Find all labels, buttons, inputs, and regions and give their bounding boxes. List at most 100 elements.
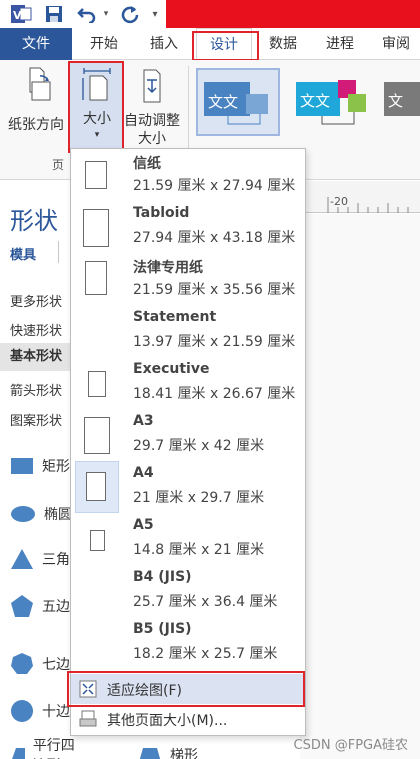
shape-ellipse[interactable]: 椭圆 bbox=[10, 500, 72, 528]
size-option-executive[interactable]: Executive 18.41 厘米 x 26.67 厘米 bbox=[71, 357, 305, 409]
size-option-name: 信纸 bbox=[133, 156, 161, 172]
orientation-icon bbox=[4, 66, 68, 108]
rectangle-icon bbox=[11, 458, 33, 474]
theme-preview-icon: 文 bbox=[384, 82, 420, 116]
size-option-name: B5 (JIS) bbox=[133, 621, 192, 637]
size-option-a4[interactable]: A4 21 厘米 x 29.7 厘米 bbox=[71, 461, 305, 513]
size-option-tabloid[interactable]: Tabloid 27.94 厘米 x 43.18 厘米 bbox=[71, 201, 305, 253]
page-preview-icon bbox=[83, 209, 109, 247]
undo-dropdown-icon[interactable]: ▾ bbox=[100, 3, 112, 25]
theme-option-1[interactable]: 文文 bbox=[196, 68, 280, 136]
parallelogram-icon bbox=[12, 748, 25, 759]
ruler-ticks bbox=[327, 197, 409, 213]
size-option-dims: 13.97 厘米 x 21.59 厘米 bbox=[133, 334, 296, 350]
ellipse-icon bbox=[11, 506, 35, 522]
save-icon[interactable] bbox=[42, 3, 66, 25]
visio-icon[interactable]: V bbox=[8, 3, 34, 25]
size-option-legal[interactable]: 法律专用纸 21.59 厘米 x 35.56 厘米 bbox=[71, 253, 305, 305]
size-option-name: A3 bbox=[133, 413, 154, 429]
size-option-dims: 21.59 厘米 x 27.94 厘米 bbox=[133, 178, 296, 194]
size-option-dims: 27.94 厘米 x 43.18 厘米 bbox=[133, 230, 296, 246]
shape-trapezoid[interactable]: 梯形 bbox=[138, 741, 198, 759]
page-preview-icon bbox=[88, 371, 106, 397]
shape-rectangle[interactable]: 矩形 bbox=[10, 452, 70, 480]
size-option-a3[interactable]: A3 29.7 厘米 x 42 厘米 bbox=[71, 409, 305, 461]
size-option-name: B4 (JIS) bbox=[133, 569, 192, 585]
size-option-dims: 21.59 厘米 x 35.56 厘米 bbox=[133, 282, 296, 298]
size-option-name: Statement bbox=[133, 309, 217, 325]
shape-label: 七边 bbox=[42, 657, 70, 673]
page-preview-icon bbox=[86, 472, 106, 501]
decagon-icon bbox=[11, 700, 33, 722]
tab-data[interactable]: 数据 bbox=[258, 28, 308, 60]
theme-option-3[interactable]: 文 bbox=[384, 68, 420, 136]
stencil-basic-shapes[interactable]: 基本形状 bbox=[0, 343, 76, 371]
size-option-dims: 14.8 厘米 x 21 厘米 bbox=[133, 542, 265, 558]
shape-label: 五边 bbox=[42, 599, 70, 615]
stencil-arrow-shapes[interactable]: 箭头形状 bbox=[10, 380, 62, 399]
page-preview-icon bbox=[85, 261, 107, 295]
svg-text:文文: 文文 bbox=[300, 92, 330, 110]
size-option-b5-jis[interactable]: B5 (JIS) 18.2 厘米 x 25.7 厘米 bbox=[71, 617, 305, 669]
tab-home[interactable]: 开始 bbox=[78, 28, 130, 60]
orientation-button[interactable]: 纸张方向 bbox=[4, 66, 68, 134]
size-option-b4-jis[interactable]: B4 (JIS) 25.7 厘米 x 36.4 厘米 bbox=[71, 565, 305, 617]
shapes-panel-title: 形状 bbox=[10, 207, 58, 235]
size-option-dims: 21 厘米 x 29.7 厘米 bbox=[133, 490, 265, 506]
shape-label: 三角 bbox=[42, 552, 70, 568]
page-setup-group-label: 页 bbox=[52, 158, 65, 172]
size-option-name: A5 bbox=[133, 517, 154, 533]
autofit-icon bbox=[122, 66, 182, 108]
autofit-size-button[interactable]: 自动调整 大小 bbox=[122, 66, 182, 148]
size-option-name: Executive bbox=[133, 361, 210, 377]
size-option-dims: 29.7 厘米 x 42 厘米 bbox=[133, 438, 265, 454]
shape-heptagon[interactable]: 七边 bbox=[10, 650, 70, 678]
tab-process[interactable]: 进程 bbox=[314, 28, 366, 60]
title-bar: V ▾ ▾ bbox=[0, 0, 420, 28]
page-preview-icon bbox=[90, 530, 105, 551]
page-size-dropdown: 信纸 21.59 厘米 x 27.94 厘米 Tabloid 27.94 厘米 … bbox=[70, 148, 306, 736]
size-option-a5[interactable]: A5 14.8 厘米 x 21 厘米 bbox=[71, 513, 305, 565]
orientation-label: 纸张方向 bbox=[8, 117, 64, 133]
undo-icon[interactable] bbox=[76, 3, 98, 25]
tab-review[interactable]: 审阅 bbox=[372, 28, 420, 60]
shape-decagon[interactable]: 十边 bbox=[10, 697, 70, 725]
svg-text:文文: 文文 bbox=[208, 93, 238, 111]
tab-insert[interactable]: 插入 bbox=[138, 28, 190, 60]
theme-preview-icon: 文文 bbox=[296, 80, 366, 125]
pentagon-icon bbox=[11, 595, 33, 617]
customize-toolbar-icon[interactable]: ▾ bbox=[148, 3, 162, 25]
shape-label: 十边 bbox=[42, 704, 70, 720]
shape-label: 平行四边形 bbox=[32, 738, 75, 759]
size-button-highlight bbox=[68, 61, 124, 153]
theme-option-2[interactable]: 文文 bbox=[292, 68, 376, 136]
shape-triangle[interactable]: 三角 bbox=[10, 545, 70, 573]
more-page-sizes-item[interactable]: 其他页面大小(M)... bbox=[71, 704, 305, 734]
horizontal-ruler: -20 bbox=[300, 181, 420, 213]
stencil-quick-shapes[interactable]: 快速形状 bbox=[10, 320, 62, 339]
size-option-dims: 18.2 厘米 x 25.7 厘米 bbox=[133, 646, 278, 662]
stencil-pattern-shapes[interactable]: 图案形状 bbox=[10, 410, 62, 429]
svg-text:文: 文 bbox=[388, 92, 403, 110]
size-option-statement[interactable]: Statement 13.97 厘米 x 21.59 厘米 bbox=[71, 305, 305, 357]
drawing-canvas[interactable] bbox=[300, 214, 420, 759]
redo-icon[interactable] bbox=[118, 3, 142, 25]
size-option-name: 法律专用纸 bbox=[133, 260, 203, 276]
stencils-tab[interactable]: 模具 bbox=[10, 244, 36, 263]
page-preview-icon bbox=[84, 417, 110, 454]
theme-preview-icon: 文文 bbox=[204, 82, 268, 125]
size-option-letter[interactable]: 信纸 21.59 厘米 x 27.94 厘米 bbox=[71, 149, 305, 201]
size-option-name: A4 bbox=[133, 465, 154, 481]
tab-file[interactable]: 文件 bbox=[0, 28, 72, 60]
autofit-label: 自动调整 大小 bbox=[122, 112, 182, 148]
watermark: CSDN @FPGA硅农 bbox=[293, 738, 408, 753]
svg-text:V: V bbox=[13, 9, 22, 22]
fit-to-drawing-highlight bbox=[67, 671, 305, 707]
size-option-name: Tabloid bbox=[133, 205, 190, 221]
shape-pentagon[interactable]: 五边 bbox=[10, 592, 70, 620]
stencil-more-shapes[interactable]: 更多形状 bbox=[10, 291, 62, 310]
shape-parallelogram[interactable]: 平行四边形 bbox=[10, 738, 76, 759]
page-preview-icon bbox=[85, 161, 107, 189]
size-option-dims: 25.7 厘米 x 36.4 厘米 bbox=[133, 594, 278, 610]
design-tab-highlight bbox=[192, 31, 259, 61]
